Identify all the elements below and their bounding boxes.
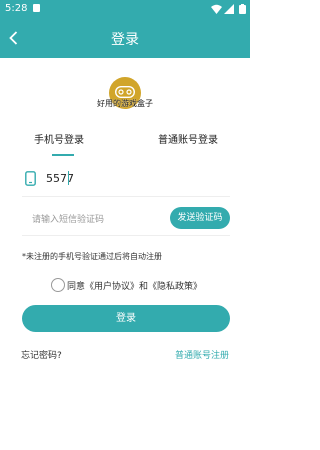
status-bar: 5:28 bbox=[0, 0, 250, 18]
agree-checkbox[interactable] bbox=[51, 278, 65, 292]
gamepad-icon bbox=[115, 86, 135, 98]
battery-icon bbox=[239, 4, 246, 14]
login-button[interactable]: 登录 bbox=[22, 305, 230, 332]
active-tab-indicator bbox=[52, 154, 74, 156]
app-name: 好用的游戏盒子 bbox=[97, 99, 153, 108]
phone-input[interactable]: 5577 bbox=[46, 172, 74, 185]
login-screen: 5:28 登录 好用的游戏盒子 手机号登录 普通账号登录 5577 请输入短信验… bbox=[0, 0, 250, 450]
text-cursor bbox=[68, 171, 69, 185]
forgot-password-link[interactable]: 忘记密码? bbox=[21, 348, 62, 361]
tab-phone-login[interactable]: 手机号登录 bbox=[34, 131, 84, 146]
tab-account-login[interactable]: 普通账号登录 bbox=[158, 131, 218, 146]
account-register-link[interactable]: 普通账号注册 bbox=[175, 348, 229, 361]
logo-area: 好用的游戏盒子 bbox=[0, 72, 250, 116]
agreement-text[interactable]: 同意《用户协议》和《隐私政策》 bbox=[67, 279, 202, 292]
sms-code-input[interactable]: 请输入短信验证码 bbox=[32, 212, 104, 225]
signal-icon bbox=[224, 4, 234, 14]
notification-icon bbox=[33, 4, 40, 12]
page-title: 登录 bbox=[111, 32, 139, 48]
phone-icon bbox=[25, 171, 36, 186]
send-code-button[interactable]: 发送验证码 bbox=[170, 207, 230, 229]
app-bar: 登录 bbox=[0, 18, 250, 58]
divider bbox=[22, 235, 230, 236]
registration-notice: *未注册的手机号验证通过后将自动注册 bbox=[22, 252, 162, 261]
wifi-icon bbox=[211, 4, 222, 14]
status-time: 5:28 bbox=[5, 3, 28, 14]
divider bbox=[22, 196, 230, 197]
